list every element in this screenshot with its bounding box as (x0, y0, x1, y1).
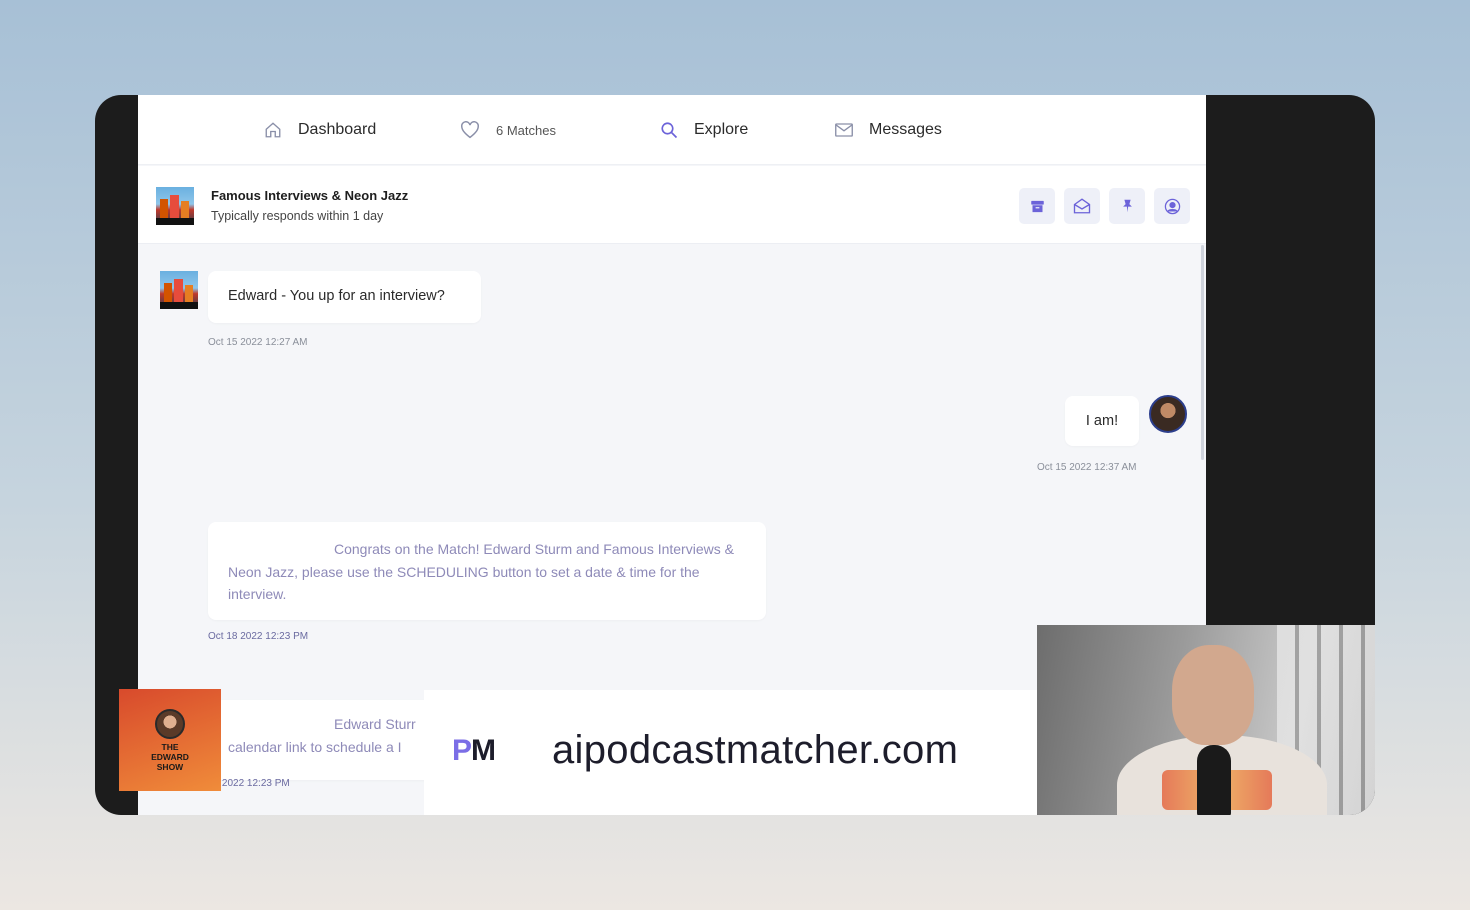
pm-logo: PM (452, 734, 496, 767)
nav-explore[interactable]: Explore (660, 95, 748, 165)
conversation-title: Famous Interviews & Neon Jazz (211, 188, 409, 203)
mark-read-button[interactable] (1064, 188, 1100, 224)
pin-button[interactable] (1109, 188, 1145, 224)
nav-matches[interactable]: 6 Matches (460, 95, 556, 165)
outgoing-message: I am! (1065, 396, 1139, 446)
archive-icon (1030, 200, 1044, 212)
webcam-overlay (1037, 625, 1375, 815)
host-face-illustration (155, 709, 185, 739)
webcam-presenter-head (1172, 645, 1254, 745)
nav-dashboard-label: Dashboard (298, 121, 377, 138)
message-timestamp: Oct 15 2022 12:27 AM (208, 337, 308, 348)
show-name-line: SHOW (156, 762, 184, 772)
home-icon (265, 122, 281, 138)
incoming-message: Edward - You up for an interview? (208, 271, 481, 323)
pin-icon (1122, 199, 1132, 213)
promo-url: aipodcastmatcher.com (552, 728, 959, 772)
envelope-icon (835, 123, 853, 137)
message-timestamp: Oct 15 2022 12:37 AM (1037, 462, 1137, 473)
show-name-line: THE (161, 742, 179, 752)
nav-matches-label: 6 Matches (496, 122, 556, 138)
heart-icon (461, 121, 479, 139)
show-logo: THE EDWARD SHOW (119, 689, 221, 791)
archive-button[interactable] (1019, 188, 1055, 224)
search-icon (661, 122, 678, 139)
microphone (1197, 745, 1231, 815)
nav-dashboard[interactable]: Dashboard (264, 95, 376, 165)
message-timestamp: Oct 18 2022 12:23 PM (208, 631, 309, 642)
nav-messages[interactable]: Messages (835, 95, 942, 165)
promo-banner: PM aipodcastmatcher.com (424, 690, 1038, 815)
nav-explore-label: Explore (694, 121, 749, 138)
nav-messages-label: Messages (869, 121, 942, 138)
mail-open-icon (1073, 198, 1091, 214)
user-avatar (1149, 395, 1187, 433)
scrollbar[interactable] (1201, 245, 1204, 460)
podcast-cover-image[interactable] (156, 187, 194, 225)
response-time: Typically responds within 1 day (211, 209, 384, 223)
profile-button[interactable] (1154, 188, 1190, 224)
user-circle-icon (1164, 198, 1180, 214)
system-message: Congrats on the Match! Edward Sturm and … (208, 522, 766, 620)
conversation-header: Famous Interviews & Neon Jazz Typically … (138, 166, 1206, 244)
sender-avatar (160, 271, 198, 309)
top-navigation: Dashboard 6 Matches Explore Messages (138, 95, 1206, 165)
show-name-line: EDWARD (151, 752, 189, 762)
